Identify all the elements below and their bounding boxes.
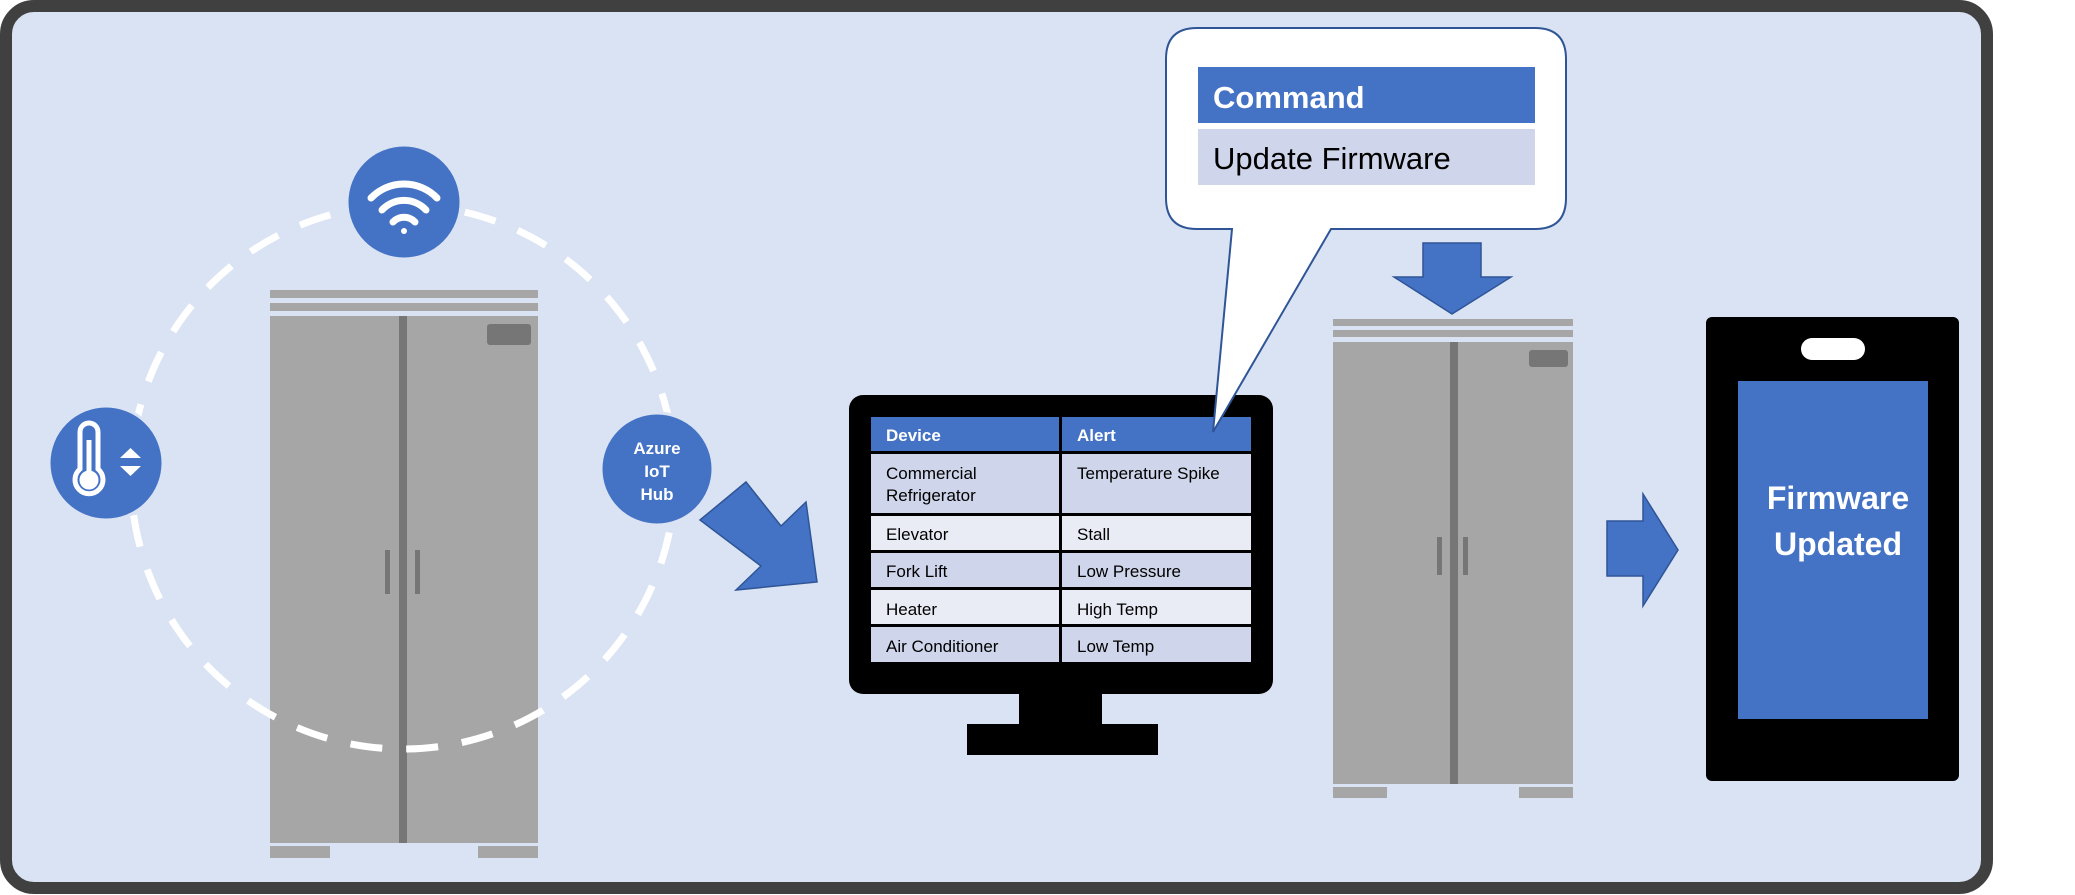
table-header-alert: Alert bbox=[1077, 426, 1116, 445]
hub-label-line1: Azure bbox=[633, 439, 680, 458]
table-cell-alert: Temperature Spike bbox=[1077, 464, 1220, 483]
table-cell-alert: Low Pressure bbox=[1077, 562, 1181, 581]
left-refrigerator bbox=[270, 290, 538, 858]
callout-header: Command bbox=[1213, 80, 1365, 115]
phone-status-line2: Updated bbox=[1774, 526, 1902, 562]
phone-status-line1: Firmware bbox=[1767, 480, 1909, 516]
table-cell-alert: Stall bbox=[1077, 525, 1110, 544]
table-cell-device: Air Conditioner bbox=[886, 637, 999, 656]
table-cell-device: Commercial bbox=[886, 464, 977, 483]
table-cell-device: Heater bbox=[886, 600, 937, 619]
wifi-node bbox=[345, 143, 463, 261]
table-header-device: Device bbox=[886, 426, 941, 445]
hub-label-line2: IoT bbox=[644, 462, 670, 481]
phone: Firmware Updated bbox=[1706, 317, 1959, 781]
table-cell-alert: High Temp bbox=[1077, 600, 1158, 619]
table-cell-device: Elevator bbox=[886, 525, 949, 544]
table-cell-alert: Low Temp bbox=[1077, 637, 1154, 656]
temperature-node bbox=[47, 404, 165, 522]
azure-iot-hub-node: Azure IoT Hub bbox=[599, 411, 715, 527]
right-refrigerator bbox=[1333, 319, 1573, 798]
callout-value: Update Firmware bbox=[1213, 141, 1451, 176]
table-cell-device: Refrigerator bbox=[886, 486, 976, 505]
table-cell-device: Fork Lift bbox=[886, 562, 948, 581]
hub-label-line3: Hub bbox=[640, 485, 673, 504]
